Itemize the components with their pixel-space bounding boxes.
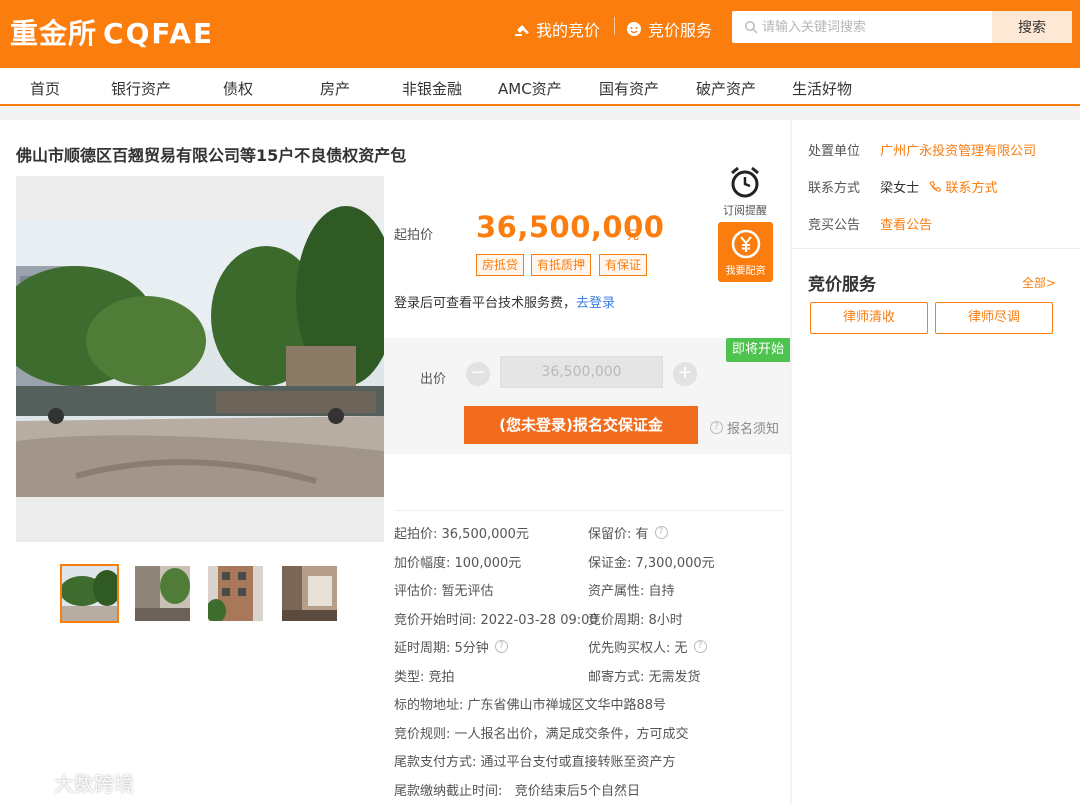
detail-start-price: 起拍价: 36,500,000元 <box>394 527 529 542</box>
main-photo[interactable] <box>16 176 384 542</box>
disposal-unit-label: 处置单位 <box>808 144 861 159</box>
search-button[interactable]: 搜索 <box>992 11 1072 43</box>
search-input[interactable] <box>762 11 992 43</box>
nav-item-debt[interactable]: 债权 <box>223 78 253 99</box>
my-bids-label: 我的竞价 <box>536 21 601 40</box>
watermark: 大数跨境 <box>10 768 134 797</box>
detail-period: 竞价周期: 8小时 <box>588 613 683 628</box>
listing-panel: 佛山市顺德区百翘贸易有限公司等15户不良债权资产包 起拍价 36,500,000… <box>0 120 790 804</box>
watermark-logo-icon <box>11 773 45 791</box>
enroll-notice-link[interactable]: ? 报名须知 <box>710 418 779 437</box>
detail-asset-attr: 资产属性: 自持 <box>588 584 675 599</box>
site-logo[interactable]: 重金所 CQFAE <box>10 12 214 52</box>
nav-item-bankruptcy[interactable]: 破产资产 <box>696 78 756 99</box>
top-header: 重金所CQFAE 我的竞价 竞价服务 搜索 <box>0 0 1080 68</box>
notice-label: 竞买公告 <box>808 218 861 233</box>
detail-deposit: 保证金: 7,300,000元 <box>588 556 715 571</box>
tag-pledged: 有抵质押 <box>531 254 592 276</box>
increase-bid-button[interactable]: + <box>673 362 697 386</box>
contact-link[interactable]: 联系方式 <box>929 181 997 196</box>
login-link[interactable]: 去登录 <box>576 296 615 311</box>
price-unit: 元 <box>627 228 640 242</box>
question-icon: ? <box>710 421 723 434</box>
detail-address: 标的物地址: 广东省佛山市禅城区文华中路88号 <box>394 698 667 713</box>
contact-row: 联系方式 梁女士 联系方式 <box>808 177 997 196</box>
subscribe-reminder[interactable]: 订阅提醒 <box>722 164 768 218</box>
divider <box>394 510 784 511</box>
login-tip-text: 登录后可查看平台技术服务费， <box>394 296 577 311</box>
lawyer-collection-button[interactable]: 律师清收 <box>810 302 928 334</box>
divider <box>792 248 1080 249</box>
nav-item-amc[interactable]: AMC资产 <box>498 78 562 99</box>
contact-name: 梁女士 <box>880 181 920 196</box>
price-label: 起拍价 <box>394 228 434 243</box>
detail-valuation: 评估价: 暂无评估 <box>394 584 494 599</box>
nav-item-home[interactable]: 首页 <box>30 78 60 99</box>
yuan-icon <box>731 229 760 259</box>
search-box: 搜索 <box>732 11 1072 43</box>
detail-extension: 延时周期: 5分钟? <box>394 637 508 656</box>
enroll-deposit-button[interactable]: (您未登录)报名交保证金 <box>464 406 698 444</box>
detail-reserve-price: 保留价: 有? <box>588 523 668 542</box>
question-icon[interactable]: ? <box>693 640 707 653</box>
header-separator <box>614 17 615 35</box>
my-bids-link[interactable]: 我的竞价 <box>514 17 600 41</box>
enroll-notice-label: 报名须知 <box>727 422 780 437</box>
bid-service-link[interactable]: 竞价服务 <box>626 17 712 41</box>
service-face-icon <box>627 22 641 36</box>
nav-item-state-assets[interactable]: 国有资产 <box>599 78 659 99</box>
bid-input[interactable]: 36,500,000 <box>500 356 663 388</box>
bid-service-title: 竞价服务 <box>808 275 876 295</box>
detail-priority: 优先购买权人: 无? <box>588 637 707 656</box>
notice-row: 竞买公告 查看公告 <box>808 214 932 233</box>
login-tip: 登录后可查看平台技术服务费，去登录 <box>394 292 615 311</box>
detail-mail: 邮寄方式: 无需发货 <box>588 670 701 685</box>
detail-increment: 加价幅度: 100,000元 <box>394 556 522 571</box>
financing-button[interactable]: 我要配资 <box>718 222 773 282</box>
phone-icon <box>929 181 941 192</box>
detail-rule: 竞价规则: 一人报名出价，满足成交条件，方可成交 <box>394 727 689 742</box>
decrease-bid-button[interactable]: − <box>466 362 490 386</box>
disposal-unit-value[interactable]: 广州广永投资管理有限公司 <box>880 144 1036 159</box>
nav-item-life-goods[interactable]: 生活好物 <box>792 78 852 99</box>
detail-deadline: 尾款缴纳截止时间: 竞价结束后5个自然日 <box>394 784 641 799</box>
status-badge: 即将开始 <box>726 338 790 362</box>
disposal-unit-row: 处置单位 广州广永投资管理有限公司 <box>808 140 1036 159</box>
nav-item-non-bank[interactable]: 非银金融 <box>402 78 462 99</box>
question-icon[interactable]: ? <box>654 526 668 539</box>
search-icon <box>745 21 758 34</box>
main-nav: 首页 银行资产 债权 房产 非银金融 AMC资产 国有资产 破产资产 生活好物 <box>0 68 1080 106</box>
tag-mortgage-loan: 房抵贷 <box>476 254 525 276</box>
alarm-clock-icon <box>731 166 759 198</box>
question-icon[interactable]: ? <box>494 640 508 653</box>
gavel-icon <box>515 25 529 36</box>
detail-payment: 尾款支付方式: 通过平台支付或直接转账至资产方 <box>394 755 676 770</box>
detail-start-time: 竞价开始时间: 2022-03-28 09:00 <box>394 613 598 628</box>
subscribe-reminder-label: 订阅提醒 <box>723 204 767 217</box>
thumbnail[interactable] <box>208 566 263 621</box>
tag-guaranteed: 有保证 <box>599 254 648 276</box>
contact-label: 联系方式 <box>808 181 861 196</box>
nav-item-bank-assets[interactable]: 银行资产 <box>111 78 171 99</box>
thumbnail[interactable] <box>60 564 119 623</box>
thumbnail[interactable] <box>135 566 190 621</box>
bid-service-label: 竞价服务 <box>648 21 713 40</box>
thumbnail[interactable] <box>282 566 337 621</box>
nav-item-real-estate[interactable]: 房产 <box>320 78 350 99</box>
bid-label: 出价 <box>420 372 447 387</box>
view-all-link[interactable]: 全部> <box>1022 274 1056 291</box>
lawyer-due-diligence-button[interactable]: 律师尽调 <box>935 302 1053 334</box>
listing-title: 佛山市顺德区百翘贸易有限公司等15户不良债权资产包 <box>16 146 407 165</box>
view-notice-link[interactable]: 查看公告 <box>880 218 932 233</box>
financing-label: 我要配资 <box>725 266 766 277</box>
detail-type: 类型: 竞拍 <box>394 670 455 685</box>
side-panel: 处置单位 广州广永投资管理有限公司 联系方式 梁女士 联系方式 竞买公告 查看公… <box>792 120 1080 804</box>
bid-area: 即将开始 出价 − 36,500,000 + (您未登录)报名交保证金 ? 报名… <box>384 338 790 454</box>
